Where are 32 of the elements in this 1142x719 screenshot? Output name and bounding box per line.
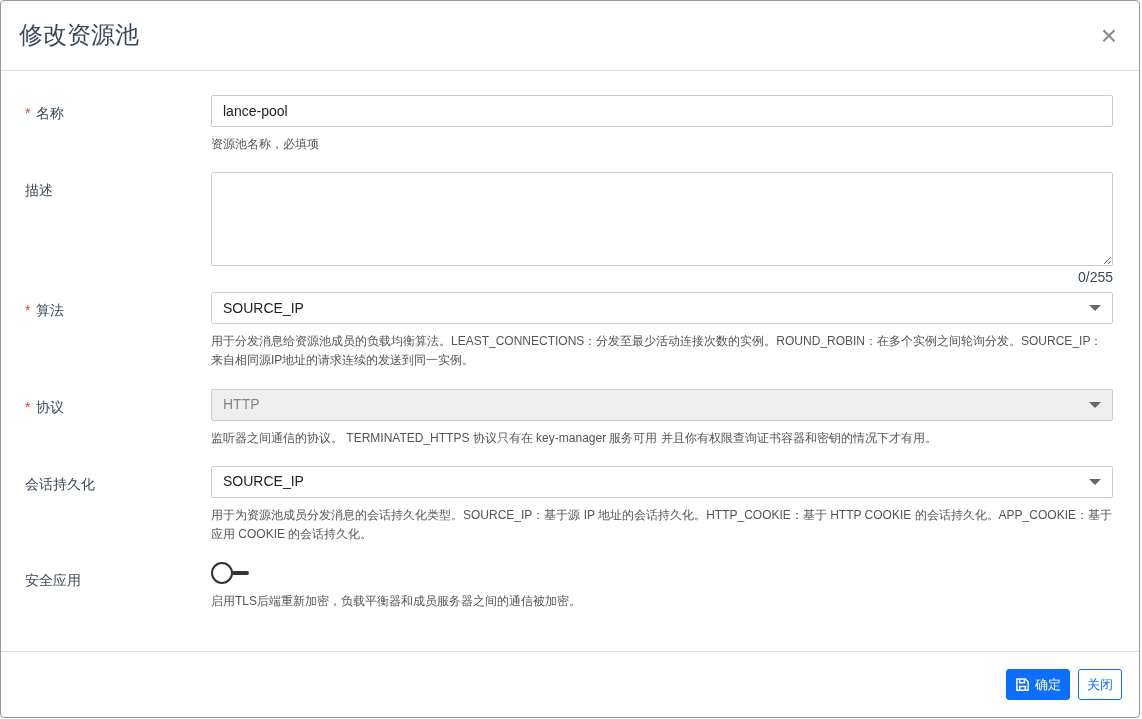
dialog-title: 修改资源池 [19, 21, 139, 50]
field-value: lance-pool [223, 101, 288, 121]
help-text: 用于为资源池成员分发消息的会话持久化类型。SOURCE_IP：基于源 IP 地址的会话持久化。HTTP_COOKIE：基于 HTTP COOKIE 的会话持久化。APP_COOKIE：基于应用 COOKIE 的会话持久化。 [211, 506, 1113, 543]
field-label: 协议 [36, 398, 65, 415]
text-field[interactable]: lance-pool [211, 95, 1113, 127]
caret-icon [1089, 478, 1101, 485]
select-value: HTTP [223, 395, 260, 415]
field-label: 描述 [25, 182, 53, 199]
help-text: 用于分发消息给资源池成员的负载均衡算法。LEAST_CONNECTIONS：分发至最少活动连接次数的实例。ROUND_ROBIN：在多个实例之间轮询分发。SOURCE_IP：来自相同源IP地址的请求连续的发送到同一实例。 [211, 333, 1104, 370]
required-asterisk: * [25, 302, 31, 319]
close-button[interactable]: 关闭 [1078, 669, 1122, 700]
confirm-button[interactable]: 确定 [1006, 669, 1070, 700]
help-text: 监听器之间通信的协议。 TERMINATED_HTTPS 协议只有在 key-manager 服务可用 并且你有权限查询证书容器和密钥的情况下才有用。 [211, 429, 938, 447]
save-icon [1015, 677, 1030, 692]
select-value: SOURCE_IP [223, 298, 304, 318]
close-button[interactable]: × [1096, 21, 1121, 50]
toggle-switch[interactable] [211, 562, 249, 585]
required-asterisk: * [25, 105, 31, 121]
required-asterisk: * [25, 398, 31, 415]
select-field[interactable]: SOURCE_IP [211, 292, 1113, 325]
select-field[interactable]: SOURCE_IP [211, 465, 1113, 498]
field-label: 名称 [36, 105, 65, 121]
help-text: 启用TLS后端重新加密，负载平衡器和成员服务器之间的通信被加密。 [211, 593, 582, 611]
character-counter: 0/255 [1076, 268, 1113, 288]
field-label: 会话持久化 [25, 475, 95, 492]
caret-icon [1089, 305, 1101, 312]
textarea-field[interactable] [211, 172, 1113, 267]
field-label: 安全应用 [25, 572, 81, 589]
caret-icon [1089, 401, 1101, 408]
help-text: 资源池名称，必填项 [211, 136, 320, 153]
field-label: 算法 [36, 302, 65, 319]
select-value: SOURCE_IP [223, 472, 304, 492]
